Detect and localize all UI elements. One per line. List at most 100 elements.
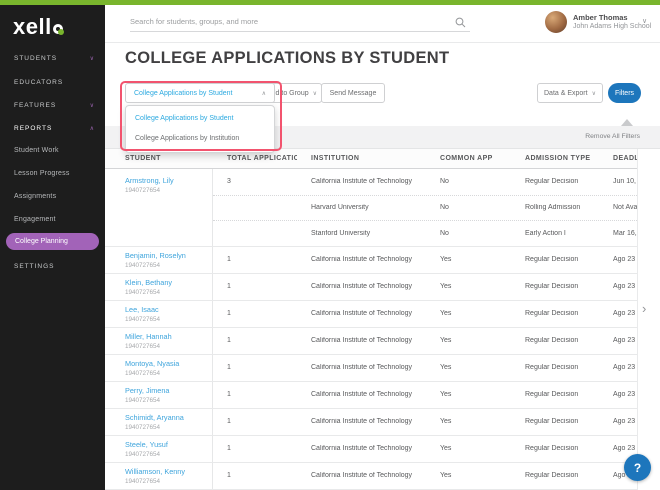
- sidebar-item-assignments[interactable]: Assignments: [14, 193, 98, 200]
- column-header-institution[interactable]: INSTITUTION: [297, 155, 435, 162]
- remove-all-filters-link[interactable]: Remove All Filters: [585, 133, 640, 140]
- page-title: COLLEGE APPLICATIONS BY STUDENT: [125, 49, 450, 67]
- institution-cell: California Institute of Technology: [311, 310, 413, 318]
- user-name[interactable]: Amber Thomas: [573, 13, 628, 22]
- application-line: 1 California Institute of Technology Yes Re…: [213, 436, 637, 462]
- deadline-cell: Ago 23: [613, 364, 636, 372]
- help-button[interactable]: ?: [624, 454, 651, 481]
- student-cell: Miller, Hannah 1940727654: [105, 327, 213, 354]
- student-link[interactable]: Steele, Yusuf: [125, 440, 212, 449]
- user-school: John Adams High School: [573, 23, 652, 30]
- student-link[interactable]: Benjamin, Roselyn: [125, 251, 212, 260]
- student-cell: Perry, Jimena 1940727654: [105, 381, 213, 408]
- common-app-cell: Yes: [440, 445, 452, 453]
- student-link[interactable]: Montoya, Nyasia: [125, 359, 212, 368]
- filters-button[interactable]: Filters: [608, 83, 641, 103]
- sidebar-item-label: FEATURES: [14, 102, 57, 109]
- institution-cell: California Institute of Technology: [311, 283, 413, 291]
- application-line: 1 California Institute of Technology Yes Re…: [213, 382, 637, 408]
- filters-label: Filters: [614, 89, 635, 97]
- common-app-cell: Yes: [440, 283, 452, 291]
- scroll-right-icon[interactable]: ›: [642, 301, 646, 316]
- sidebar-item-college-planning-active[interactable]: College Planning: [6, 233, 99, 250]
- sidebar-item-student-work[interactable]: Student Work: [14, 147, 98, 154]
- table-row: Perry, Jimena 1940727654 1 California Insti…: [105, 381, 637, 409]
- sidebar-item-features[interactable]: FEATURES ∨: [14, 102, 98, 109]
- application-line: 1 California Institute of Technology Yes Re…: [213, 355, 637, 381]
- deadline-cell: Ago 23: [613, 310, 636, 318]
- sidebar-item-students[interactable]: STUDENTS ∨: [14, 55, 98, 62]
- chevron-up-icon: ∧: [89, 126, 94, 132]
- student-link[interactable]: Williamson, Kenny: [125, 467, 212, 476]
- application-line: 1 California Institute of Technology Yes Re…: [213, 247, 637, 273]
- student-id: 1940727654: [125, 396, 161, 404]
- student-id: 1940727654: [125, 450, 161, 458]
- applications-group: 1 California Institute of Technology Yes Re…: [213, 409, 637, 435]
- application-line: 1 California Institute of Technology Yes Re…: [213, 463, 637, 489]
- column-header-total-applications[interactable]: TOTAL APPLICATIONS: [213, 155, 297, 162]
- student-id: 1940727654: [125, 315, 161, 323]
- column-header-common-app[interactable]: COMMON APP: [435, 155, 520, 162]
- common-app-cell: Yes: [440, 337, 452, 345]
- chevron-down-icon: ∨: [312, 90, 318, 97]
- total-applications-cell: 1: [227, 310, 231, 318]
- xello-logo[interactable]: xell: [13, 14, 64, 40]
- search-icon[interactable]: [455, 15, 466, 33]
- sidebar-item-engagement[interactable]: Engagement: [14, 216, 98, 223]
- chevron-down-icon[interactable]: ∨: [642, 17, 647, 25]
- sidebar-item-lesson-progress[interactable]: Lesson Progress: [14, 170, 98, 177]
- report-type-dropdown[interactable]: College Applications by Student ∧: [125, 83, 275, 103]
- student-link[interactable]: Armstrong, Lily: [125, 176, 212, 185]
- avatar[interactable]: [545, 11, 567, 33]
- chevron-up-icon: ∧: [261, 90, 266, 97]
- dropdown-option-by-institution[interactable]: College Applications by Institution: [126, 129, 274, 149]
- application-line: Harvard University No Rolling Admission Not…: [213, 194, 637, 221]
- institution-cell: California Institute of Technology: [311, 445, 413, 453]
- student-cell: Montoya, Nyasia 1940727654: [105, 354, 213, 381]
- total-applications-cell: 3: [227, 178, 231, 186]
- column-header-student[interactable]: STUDENT: [105, 155, 213, 162]
- table-row: Williamson, Kenny 1940727654 1 California I…: [105, 462, 637, 490]
- applications-group: 3 California Institute of Technology No Reg…: [213, 169, 637, 246]
- sidebar-item-label: REPORTS: [14, 125, 53, 132]
- admission-type-cell: Regular Decision: [525, 283, 579, 291]
- app-window: xell STUDENTS ∨ EDUCATORS FEATURES ∨ REPOR…: [0, 0, 660, 490]
- student-link[interactable]: Perry, Jimena: [125, 386, 212, 395]
- column-header-admission-type[interactable]: ADMISSION TYPE: [520, 155, 608, 162]
- institution-cell: California Institute of Technology: [311, 256, 413, 264]
- sidebar-item-reports[interactable]: REPORTS ∧: [14, 125, 98, 132]
- common-app-cell: Yes: [440, 256, 452, 264]
- student-link[interactable]: Schimidt, Aryanna: [125, 413, 212, 422]
- total-applications-cell: 1: [227, 283, 231, 291]
- sidebar-item-settings[interactable]: SETTINGS: [14, 263, 98, 270]
- dropdown-option-by-student[interactable]: College Applications by Student: [126, 109, 274, 129]
- applications-table: STUDENT TOTAL APPLICATIONS INSTITUTION C…: [105, 149, 638, 490]
- deadline-cell: Ago 23: [613, 256, 636, 264]
- total-applications-cell: 1: [227, 391, 231, 399]
- common-app-cell: Yes: [440, 391, 452, 399]
- student-id: 1940727654: [125, 477, 161, 485]
- student-cell: Schimidt, Aryanna 1940727654: [105, 408, 213, 435]
- institution-cell: California Institute of Technology: [311, 178, 413, 186]
- institution-cell: California Institute of Technology: [311, 364, 413, 372]
- column-header-deadline[interactable]: DEADLINE: [608, 155, 637, 162]
- application-line: 1 California Institute of Technology Yes Re…: [213, 274, 637, 300]
- student-id: 1940727654: [125, 342, 161, 350]
- send-message-button[interactable]: Send Message: [321, 83, 385, 103]
- admission-type-cell: Regular Decision: [525, 337, 579, 345]
- table-row: Miller, Hannah 1940727654 1 California Inst…: [105, 327, 637, 355]
- deadline-cell: Ago 23: [613, 391, 636, 399]
- admission-type-cell: Regular Decision: [525, 472, 579, 480]
- student-link[interactable]: Miller, Hannah: [125, 332, 212, 341]
- report-type-dropdown-panel: College Applications by Student College …: [125, 105, 275, 153]
- student-link[interactable]: Klein, Bethany: [125, 278, 212, 287]
- search-input[interactable]: [130, 12, 470, 32]
- data-export-button[interactable]: Data & Export ∨: [537, 83, 603, 103]
- common-app-cell: No: [440, 229, 449, 237]
- send-message-label: Send Message: [329, 89, 377, 97]
- total-applications-cell: 1: [227, 364, 231, 372]
- student-link[interactable]: Lee, Isaac: [125, 305, 212, 314]
- student-cell: Benjamin, Roselyn 1940727654: [105, 246, 213, 273]
- sidebar-item-educators[interactable]: EDUCATORS: [14, 79, 98, 86]
- institution-cell: Harvard University: [311, 204, 369, 212]
